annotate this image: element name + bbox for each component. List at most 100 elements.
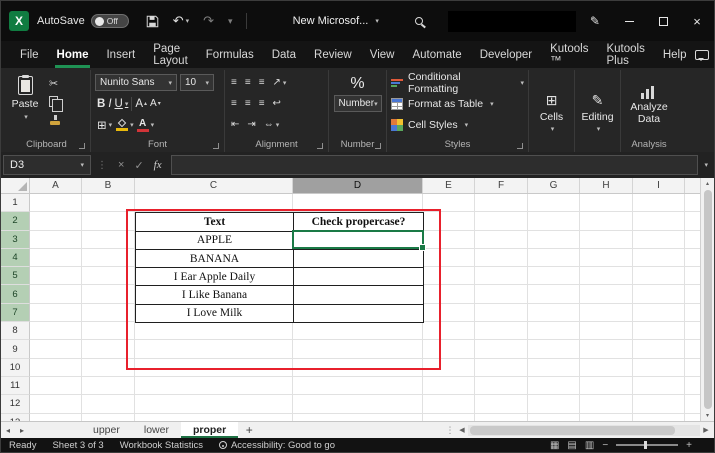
zoom-slider-thumb[interactable] — [644, 441, 648, 449]
ribbon-tab-view[interactable]: View — [361, 41, 404, 68]
accessibility-status[interactable]: Accessibility: Good to go — [218, 440, 335, 451]
grid-cell-f12[interactable] — [475, 395, 528, 414]
column-header-a[interactable]: A — [30, 178, 82, 193]
scroll-up-icon[interactable]: ▴ — [706, 180, 709, 187]
grid-cell-h2[interactable] — [580, 212, 633, 231]
formula-input[interactable] — [170, 155, 699, 175]
pen-icon[interactable]: ✎ — [590, 14, 600, 28]
ribbon-tab-kutools[interactable]: Kutools ™ — [541, 41, 597, 68]
grid-cell-h1[interactable] — [580, 194, 633, 213]
grid-cell-a1[interactable] — [30, 194, 82, 213]
redo-icon[interactable]: ↷ — [203, 13, 214, 29]
styles-dialog-launcher[interactable] — [517, 143, 523, 149]
row-header-2[interactable]: 2 — [1, 212, 30, 231]
grid-cell-f5[interactable] — [475, 267, 528, 286]
cut-icon[interactable]: ✂ — [49, 77, 61, 90]
grid-cell-f7[interactable] — [475, 303, 528, 323]
column-header-f[interactable]: F — [475, 178, 528, 193]
grid-cell-d13[interactable] — [293, 413, 423, 421]
grid-cell-e12[interactable] — [423, 395, 475, 414]
row-header-10[interactable]: 10 — [1, 358, 30, 377]
ribbon-tab-formulas[interactable]: Formulas — [197, 41, 263, 68]
row-header-11[interactable]: 11 — [1, 376, 30, 396]
grid-cell-g12[interactable] — [528, 395, 580, 414]
enter-icon[interactable]: ✓ — [134, 159, 143, 172]
grid-cell-c12[interactable] — [135, 395, 293, 414]
analyze-data-button[interactable]: Analyze Data — [625, 72, 673, 139]
grid-cell-f8[interactable] — [475, 322, 528, 341]
grid-cell-h4[interactable] — [580, 248, 633, 268]
grid-cell-g2[interactable] — [528, 212, 580, 231]
grid-cell-g7[interactable] — [528, 303, 580, 323]
grid-cell-a9[interactable] — [30, 340, 82, 359]
grid-cell-g6[interactable] — [528, 285, 580, 304]
vertical-scroll-thumb[interactable] — [703, 190, 712, 409]
grid-cell-f4[interactable] — [475, 248, 528, 268]
maximize-button[interactable] — [646, 1, 680, 41]
grid-cell-g1[interactable] — [528, 194, 580, 213]
align-center-button[interactable]: ≡ — [245, 98, 251, 109]
search-icon[interactable] — [414, 17, 423, 25]
clipboard-dialog-launcher[interactable] — [79, 143, 85, 149]
number-dialog-launcher[interactable] — [375, 143, 381, 149]
column-header-b[interactable]: B — [82, 178, 135, 193]
font-color-button[interactable]: A ▾ — [136, 118, 154, 132]
cell-styles-button[interactable]: Cell Styles ▾ — [391, 114, 524, 135]
column-header-h[interactable]: H — [580, 178, 633, 193]
fill-color-button[interactable]: ▾ — [115, 118, 134, 131]
grid-cell-c11[interactable] — [135, 376, 293, 396]
editing-button[interactable]: ✎ Editing ▾ — [579, 72, 616, 152]
new-sheet-button[interactable]: + — [238, 422, 260, 438]
font-dialog-launcher[interactable] — [213, 143, 219, 149]
conditional-formatting-button[interactable]: Conditional Formatting ▾ — [391, 71, 524, 95]
grid-cell-g8[interactable] — [528, 322, 580, 341]
scroll-right-icon[interactable]: ▶ — [700, 426, 712, 434]
minimize-button[interactable] — [612, 1, 646, 41]
bold-button[interactable]: B — [97, 98, 105, 110]
grid-cell-h3[interactable] — [580, 230, 633, 249]
orientation-button[interactable]: ↗ ▾ — [273, 77, 287, 88]
grid-cell-i2[interactable] — [633, 212, 685, 231]
format-painter-icon[interactable] — [49, 114, 61, 126]
ribbon-tab-data[interactable]: Data — [263, 41, 305, 68]
comments-icon[interactable] — [695, 49, 710, 61]
align-top-button[interactable]: ≡ — [231, 77, 237, 88]
page-break-view-icon[interactable]: ▥ — [585, 440, 594, 451]
grid-cell-f2[interactable] — [475, 212, 528, 231]
merge-center-button[interactable]: ⇔ ▾ — [264, 119, 280, 130]
grid-cell-h5[interactable] — [580, 267, 633, 286]
grid-cell-i10[interactable] — [633, 358, 685, 377]
grid-cell-i5[interactable] — [633, 267, 685, 286]
grid-cell-f10[interactable] — [475, 358, 528, 377]
grid-cell-h10[interactable] — [580, 358, 633, 377]
wrap-text-button[interactable]: ↩ — [273, 98, 281, 109]
grid-cell-f3[interactable] — [475, 230, 528, 249]
excel-app-icon[interactable]: X — [9, 11, 29, 31]
italic-button[interactable]: I — [108, 98, 111, 110]
save-icon[interactable] — [146, 15, 159, 28]
ribbon-tab-file[interactable]: File — [11, 41, 48, 68]
document-title[interactable]: New Microsof... ▾ — [293, 15, 379, 27]
status-sheet-info[interactable]: Sheet 3 of 3 — [52, 440, 103, 451]
row-header-5[interactable]: 5 — [1, 267, 30, 286]
grid-cell-a3[interactable] — [30, 230, 82, 249]
number-format-select[interactable]: Number ▾ — [333, 95, 382, 112]
copy-icon[interactable] — [49, 96, 63, 112]
ribbon-tab-help[interactable]: Help — [654, 41, 696, 68]
formula-bar-expand-icon[interactable]: ▾ — [704, 161, 708, 169]
grid-cell-h13[interactable] — [580, 413, 633, 421]
ribbon-tab-developer[interactable]: Developer — [471, 41, 541, 68]
grid-cell-d11[interactable] — [293, 376, 423, 396]
customize-quick-access-icon[interactable]: ▾ — [228, 16, 233, 27]
column-header-i[interactable]: I — [633, 178, 685, 193]
grid-cell-i1[interactable] — [633, 194, 685, 213]
column-header-e[interactable]: E — [423, 178, 475, 193]
grid-cell-a8[interactable] — [30, 322, 82, 341]
underline-button[interactable]: U ▾ — [115, 98, 129, 110]
autosave-control[interactable]: AutoSave Off — [37, 14, 129, 28]
insert-function-icon[interactable]: fx — [154, 159, 162, 171]
format-as-table-button[interactable]: Format as Table ▾ — [391, 93, 524, 114]
vertical-scrollbar[interactable]: ▴ ▾ — [700, 178, 714, 421]
row-header-3[interactable]: 3 — [1, 230, 30, 249]
grid-cell-h12[interactable] — [580, 395, 633, 414]
